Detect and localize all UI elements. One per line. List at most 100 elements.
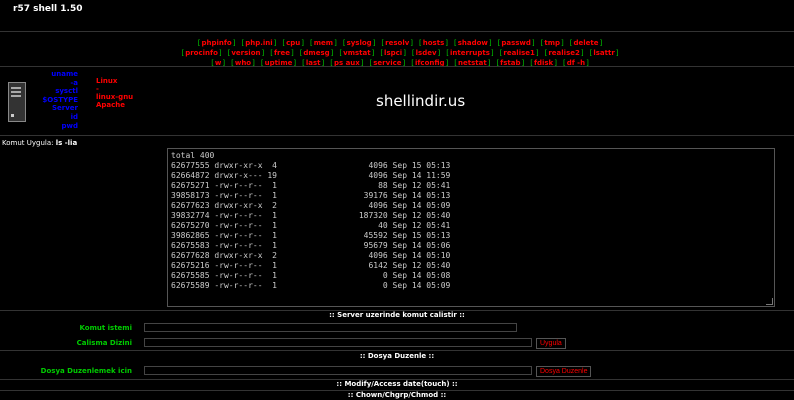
cmd-link[interactable]: [lsdev] xyxy=(412,48,440,58)
cmd-link-label[interactable]: shadow xyxy=(458,39,488,47)
run-command-button[interactable]: Uygula xyxy=(536,338,566,349)
cmd-link-label[interactable]: lsdev xyxy=(416,49,437,57)
output-line: 62675216 -rw-r--r-- 1 6142 Sep 12 05:40 xyxy=(171,261,451,270)
bracket-left: [ xyxy=(227,49,231,57)
file-edit-divider xyxy=(0,350,794,351)
bracket-right: ] xyxy=(273,39,277,47)
output-line: 62675589 -rw-r--r-- 1 0 Sep 14 05:09 xyxy=(171,281,451,290)
cmd-link-label[interactable]: realise2 xyxy=(548,49,580,57)
bracket-left: [ xyxy=(181,49,185,57)
cmd-link-label[interactable]: passwd xyxy=(501,39,531,47)
cmd-link[interactable]: [tmp] xyxy=(541,38,564,48)
bracket-right: ] xyxy=(490,49,494,57)
cmd-link[interactable]: [interrupts] xyxy=(446,48,493,58)
bracket-right: ] xyxy=(561,39,564,47)
bracket-right: ] xyxy=(218,49,222,57)
edit-file-button[interactable]: Dosya Duzenle xyxy=(536,366,592,377)
cmd-link-label[interactable]: realise1 xyxy=(503,49,535,57)
bracket-right: ] xyxy=(535,49,539,57)
bracket-left: [ xyxy=(589,49,593,57)
cmd-link-label[interactable]: interrupts xyxy=(450,49,490,57)
cmd-link-label[interactable]: mem xyxy=(314,39,333,47)
bracket-left: [ xyxy=(299,49,303,57)
info-label: uname xyxy=(51,70,78,78)
cmd-link-label[interactable]: resolv xyxy=(385,39,409,47)
watermark: shellindir.us xyxy=(376,92,466,110)
output-line: 62675585 -rw-r--r-- 1 0 Sep 14 05:08 xyxy=(171,271,451,280)
bracket-right: ] xyxy=(232,39,236,47)
bracket-right: ] xyxy=(615,49,619,57)
cmd-link[interactable]: [shadow] xyxy=(454,38,492,48)
bracket-right: ] xyxy=(599,39,603,47)
output-line: 62664872 drwxr-x--- 19 4096 Sep 14 11:59 xyxy=(171,171,451,180)
chown-header: :: Chown/Chgrp/Chmod :: xyxy=(347,391,447,399)
cmd-link-label[interactable]: version xyxy=(231,49,260,57)
cmd-link[interactable]: [phpinfo] xyxy=(198,38,236,48)
cmd-link[interactable]: [lsattr] xyxy=(590,48,619,58)
cmd-link[interactable]: [realise2] xyxy=(545,48,584,58)
app-title: r57 shell 1.50 xyxy=(13,4,83,14)
cmd-link[interactable]: [php.ini] xyxy=(241,38,276,48)
top-divider xyxy=(0,31,794,32)
bracket-right: ] xyxy=(531,39,535,47)
cmd-link[interactable]: [version] xyxy=(228,48,265,58)
file-edit-input[interactable] xyxy=(144,366,532,375)
working-dir-input[interactable] xyxy=(144,338,532,347)
output-line: 62675271 -rw-r--r-- 1 88 Sep 12 05:41 xyxy=(171,181,451,190)
cmd-link[interactable]: [dmesg] xyxy=(300,48,334,58)
server-command-header: :: Server uzerinde komut calistir :: xyxy=(329,311,465,319)
cmd-link-label[interactable]: phpinfo xyxy=(201,39,231,47)
output-line: 62677555 drwxr-xr-x 4 4096 Sep 15 05:13 xyxy=(171,161,451,170)
file-edit-label: Dosya Duzenlemek icin xyxy=(40,367,132,375)
bracket-left: [ xyxy=(499,49,503,57)
cmd-link[interactable]: [cpu] xyxy=(282,38,304,48)
resize-handle[interactable] xyxy=(766,298,773,305)
cmd-link-label[interactable]: free xyxy=(274,49,290,57)
output-line: 39858173 -rw-r--r-- 1 39176 Sep 14 05:13 xyxy=(171,191,451,200)
command-divider xyxy=(0,135,794,136)
bracket-right: ] xyxy=(410,39,414,47)
cmd-link-label[interactable]: syslog xyxy=(347,39,372,47)
info-value: - xyxy=(96,85,99,93)
cmd-link-label[interactable]: cpu xyxy=(286,39,300,47)
output-line: 62677623 drwxr-xr-x 2 4096 Sep 14 05:09 xyxy=(171,201,451,210)
cmd-link-label[interactable]: vmstat xyxy=(343,49,370,57)
command-prompt-input[interactable] xyxy=(144,323,517,332)
bracket-left: [ xyxy=(282,39,286,47)
cmd-link[interactable]: [free] xyxy=(270,48,293,58)
info-label: sysctl xyxy=(55,87,78,96)
bracket-right: ] xyxy=(372,39,376,47)
command-links: [phpinfo] [php.ini] [cpu] [mem] [syslog] [res… xyxy=(100,38,700,68)
bracket-right: ] xyxy=(437,49,441,57)
server-icon xyxy=(8,82,26,122)
bracket-left: [ xyxy=(381,39,385,47)
bracket-right: ] xyxy=(580,49,584,57)
cmd-link-label[interactable]: procinfo xyxy=(185,49,218,57)
cmd-link[interactable]: [delete] xyxy=(570,38,602,48)
command-output[interactable]: total 400 62677555 drwxr-xr-x 4 4096 Sep … xyxy=(167,148,775,307)
cmd-link[interactable]: [lspci] xyxy=(380,48,406,58)
cmd-link-label[interactable]: lsattr xyxy=(593,49,614,57)
cmd-link-label[interactable]: php.ini xyxy=(245,39,272,47)
cmd-link-label[interactable]: lspci xyxy=(384,49,402,57)
output-line: 62675270 -rw-r--r-- 1 40 Sep 12 05:41 xyxy=(171,221,451,230)
bracket-left: [ xyxy=(342,39,346,47)
bracket-left: [ xyxy=(339,49,343,57)
cmd-link[interactable]: [passwd] xyxy=(498,38,535,48)
cmd-link[interactable]: [vmstat] xyxy=(339,48,374,58)
bracket-left: [ xyxy=(540,39,544,47)
cmd-link[interactable]: [syslog] xyxy=(343,38,376,48)
cmd-link[interactable]: [procinfo] xyxy=(181,48,221,58)
cmd-link-label[interactable]: dmesg xyxy=(303,49,329,57)
cmd-link[interactable]: [resolv] xyxy=(381,38,413,48)
bracket-left: [ xyxy=(419,39,422,47)
cmd-link-label[interactable]: hosts xyxy=(423,39,444,47)
cmd-link-label[interactable]: delete xyxy=(574,39,599,47)
bracket-left: [ xyxy=(453,39,457,47)
cmd-link[interactable]: [hosts] xyxy=(419,38,448,48)
cmd-link[interactable]: [realise1] xyxy=(500,48,539,58)
bracket-right: ] xyxy=(403,49,406,57)
cmd-link-label[interactable]: tmp xyxy=(544,39,560,47)
cmd-link[interactable]: [mem] xyxy=(310,38,337,48)
system-info-values: Linux - linux-gnu Apache xyxy=(96,77,133,109)
